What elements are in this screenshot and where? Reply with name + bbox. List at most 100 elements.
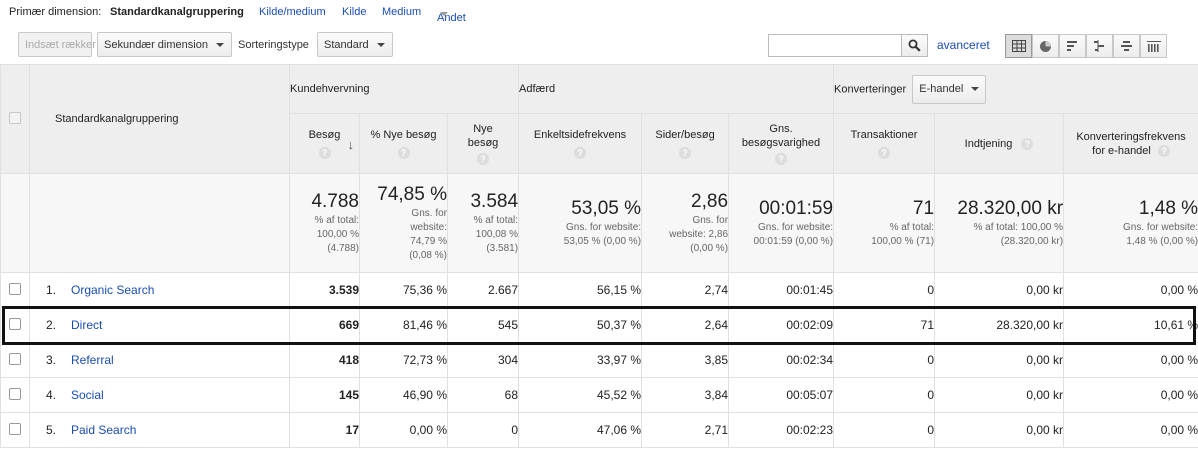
header-conversion-rate-label-line2: for e-handel: [1092, 144, 1151, 157]
header-bounce-rate[interactable]: Enkeltsidefrekvens ?: [518, 113, 643, 174]
total-sub-1: % af total:: [473, 215, 519, 226]
total-sub-2: 53,05 % (0,00 %): [563, 236, 642, 247]
cell-new-sessions: 545: [446, 307, 520, 343]
cell-pages-per-session: 3,84: [641, 377, 730, 413]
help-icon[interactable]: ?: [775, 152, 788, 165]
header-sessions[interactable]: Besøg ? ↓: [289, 113, 360, 174]
total-cell: 28.320,00 kr % af total: 100,00 % (28.320,…: [934, 173, 1065, 273]
row-dimension-link[interactable]: Organic Search: [71, 283, 154, 297]
total-sub-3: (0,00 %): [690, 243, 729, 254]
cell-conversion-rate: 0,00 %: [1063, 272, 1198, 308]
row-dimension-link[interactable]: Social: [71, 388, 104, 402]
sort-type-label: Sorteringstype: [238, 39, 309, 51]
cell-transactions: 0: [833, 272, 936, 308]
header-conversion-rate[interactable]: Konverteringsfrekvens for e-handel ?: [1063, 113, 1198, 174]
sort-descending-icon: ↓: [347, 136, 355, 152]
table-view-button[interactable]: [1005, 34, 1032, 58]
term-cloud-view-button[interactable]: [1113, 34, 1140, 58]
cell-sessions: 669: [289, 307, 360, 343]
totals-row: 4.788 % af total: 100,00 % (4.788) 74,85 % G…: [0, 173, 1198, 273]
row-checkbox[interactable]: [9, 282, 21, 295]
row-dimension-link[interactable]: Paid Search: [71, 423, 136, 437]
row-dimension-link[interactable]: Referral: [71, 353, 114, 367]
total-value: 3.584: [470, 191, 519, 212]
insert-rows-button[interactable]: Indsæt rækker: [18, 32, 96, 57]
conversion-type-dropdown[interactable]: E-handel: [912, 74, 987, 104]
pie-view-button[interactable]: [1032, 34, 1059, 58]
primary-dimension-bar: Primær dimension: Standardkanalgrupperin…: [0, 0, 1198, 26]
cell-revenue: 28.320,00 kr: [934, 307, 1065, 343]
total-sub-4: (0,08 %): [409, 250, 447, 261]
primary-dimension-label: Primær dimension:: [9, 6, 102, 18]
total-sub-2: (28.320,00 kr): [1000, 236, 1064, 247]
help-icon[interactable]: ?: [574, 146, 587, 159]
total-cell: 00:01:59 Gns. for website: 00:01:59 (0,00 …: [728, 173, 835, 273]
dimension-link-source[interactable]: Kilde: [342, 6, 366, 18]
header-avg-duration[interactable]: Gns. besøgsvarighed ?: [728, 113, 835, 174]
dimension-active-standard-channel: Standardkanalgruppering: [110, 6, 244, 18]
search-button[interactable]: [902, 34, 928, 57]
total-sub-1: Gns. for: [411, 208, 447, 219]
header-transactions[interactable]: Transaktioner ?: [833, 113, 936, 174]
cell-avg-duration: 00:02:34: [728, 342, 835, 378]
help-icon[interactable]: ?: [1157, 144, 1170, 157]
performance-view-button[interactable]: [1059, 34, 1086, 58]
row-checkbox[interactable]: [9, 317, 21, 330]
performance-view-icon: [1067, 41, 1077, 51]
total-sub-1: Gns. for website:: [1123, 222, 1198, 233]
table-search-input[interactable]: [768, 34, 902, 57]
total-value: 2,86: [691, 191, 729, 212]
total-sub-3: 74,79 %: [410, 236, 447, 247]
select-all-checkbox[interactable]: [9, 111, 21, 124]
total-value: 4.788: [311, 191, 359, 212]
table-row: 4. Social 145 46,90 % 68 45,52 % 3,84 00:…: [0, 377, 1198, 413]
group-header-conversions: Konverteringer E-handel: [833, 64, 1198, 114]
header-pages-per-session[interactable]: Sider/besøg ?: [641, 113, 730, 174]
cell-revenue: 0,00 kr: [934, 412, 1065, 448]
row-checkbox-cell: [0, 307, 30, 343]
pie-view-icon: [1040, 40, 1051, 52]
header-transactions-label: Transaktioner: [850, 128, 918, 141]
cell-conversion-rate: 0,00 %: [1063, 377, 1198, 413]
total-cell: 2,86 Gns. for website: 2,86 (0,00 %): [641, 173, 730, 273]
totals-label-cell: [29, 173, 290, 273]
total-sub-3: (4.788): [327, 243, 359, 254]
help-icon[interactable]: ?: [1021, 137, 1034, 150]
total-value: 53,05 %: [571, 198, 642, 219]
total-cell: 74,85 % Gns. for website: 74,79 % (0,08 %): [359, 173, 448, 273]
row-index: 5.: [46, 423, 57, 437]
advanced-filter-link[interactable]: avanceret: [937, 38, 990, 52]
help-icon[interactable]: ?: [679, 146, 692, 159]
table-row: 3. Referral 418 72,73 % 304 33,97 % 3,85 …: [0, 342, 1198, 378]
dimension-link-medium[interactable]: Medium: [382, 6, 421, 18]
header-new-sessions[interactable]: Nye besøg ?: [446, 113, 520, 174]
header-revenue[interactable]: Indtjening ?: [934, 113, 1065, 174]
help-icon[interactable]: ?: [318, 146, 331, 159]
row-dimension-link[interactable]: Direct: [71, 318, 102, 332]
help-icon[interactable]: ?: [477, 152, 490, 165]
dimension-link-source-medium[interactable]: Kilde/medium: [259, 6, 326, 18]
header-new-sessions-pct-label: % Nye besøg: [370, 128, 437, 141]
sort-type-dropdown[interactable]: Standard: [317, 32, 393, 57]
conversions-label: Konverteringer: [834, 83, 907, 95]
row-index: 4.: [46, 388, 57, 402]
comparison-view-button[interactable]: [1086, 34, 1113, 58]
cell-revenue: 0,00 kr: [934, 272, 1065, 308]
row-dimension-cell: 4. Social: [29, 377, 290, 413]
pivot-view-button[interactable]: [1140, 34, 1167, 58]
cell-new-sessions: 0: [446, 412, 520, 448]
header-pages-per-session-label: Sider/besøg: [655, 128, 715, 141]
search-icon: [908, 39, 921, 52]
header-new-sessions-pct[interactable]: % Nye besøg ?: [359, 113, 448, 174]
row-checkbox-cell: [0, 412, 30, 448]
cell-conversion-rate: 0,00 %: [1063, 412, 1198, 448]
row-checkbox[interactable]: [9, 352, 21, 365]
secondary-dimension-dropdown[interactable]: Sekundær dimension: [97, 32, 232, 57]
help-icon[interactable]: ?: [878, 146, 891, 159]
comparison-view-icon: [1094, 40, 1104, 52]
row-checkbox[interactable]: [9, 387, 21, 400]
help-icon[interactable]: ?: [397, 146, 410, 159]
row-checkbox-cell: [0, 377, 30, 413]
row-checkbox[interactable]: [9, 422, 21, 435]
dimension-column-header[interactable]: Standardkanalgruppering: [29, 64, 290, 174]
